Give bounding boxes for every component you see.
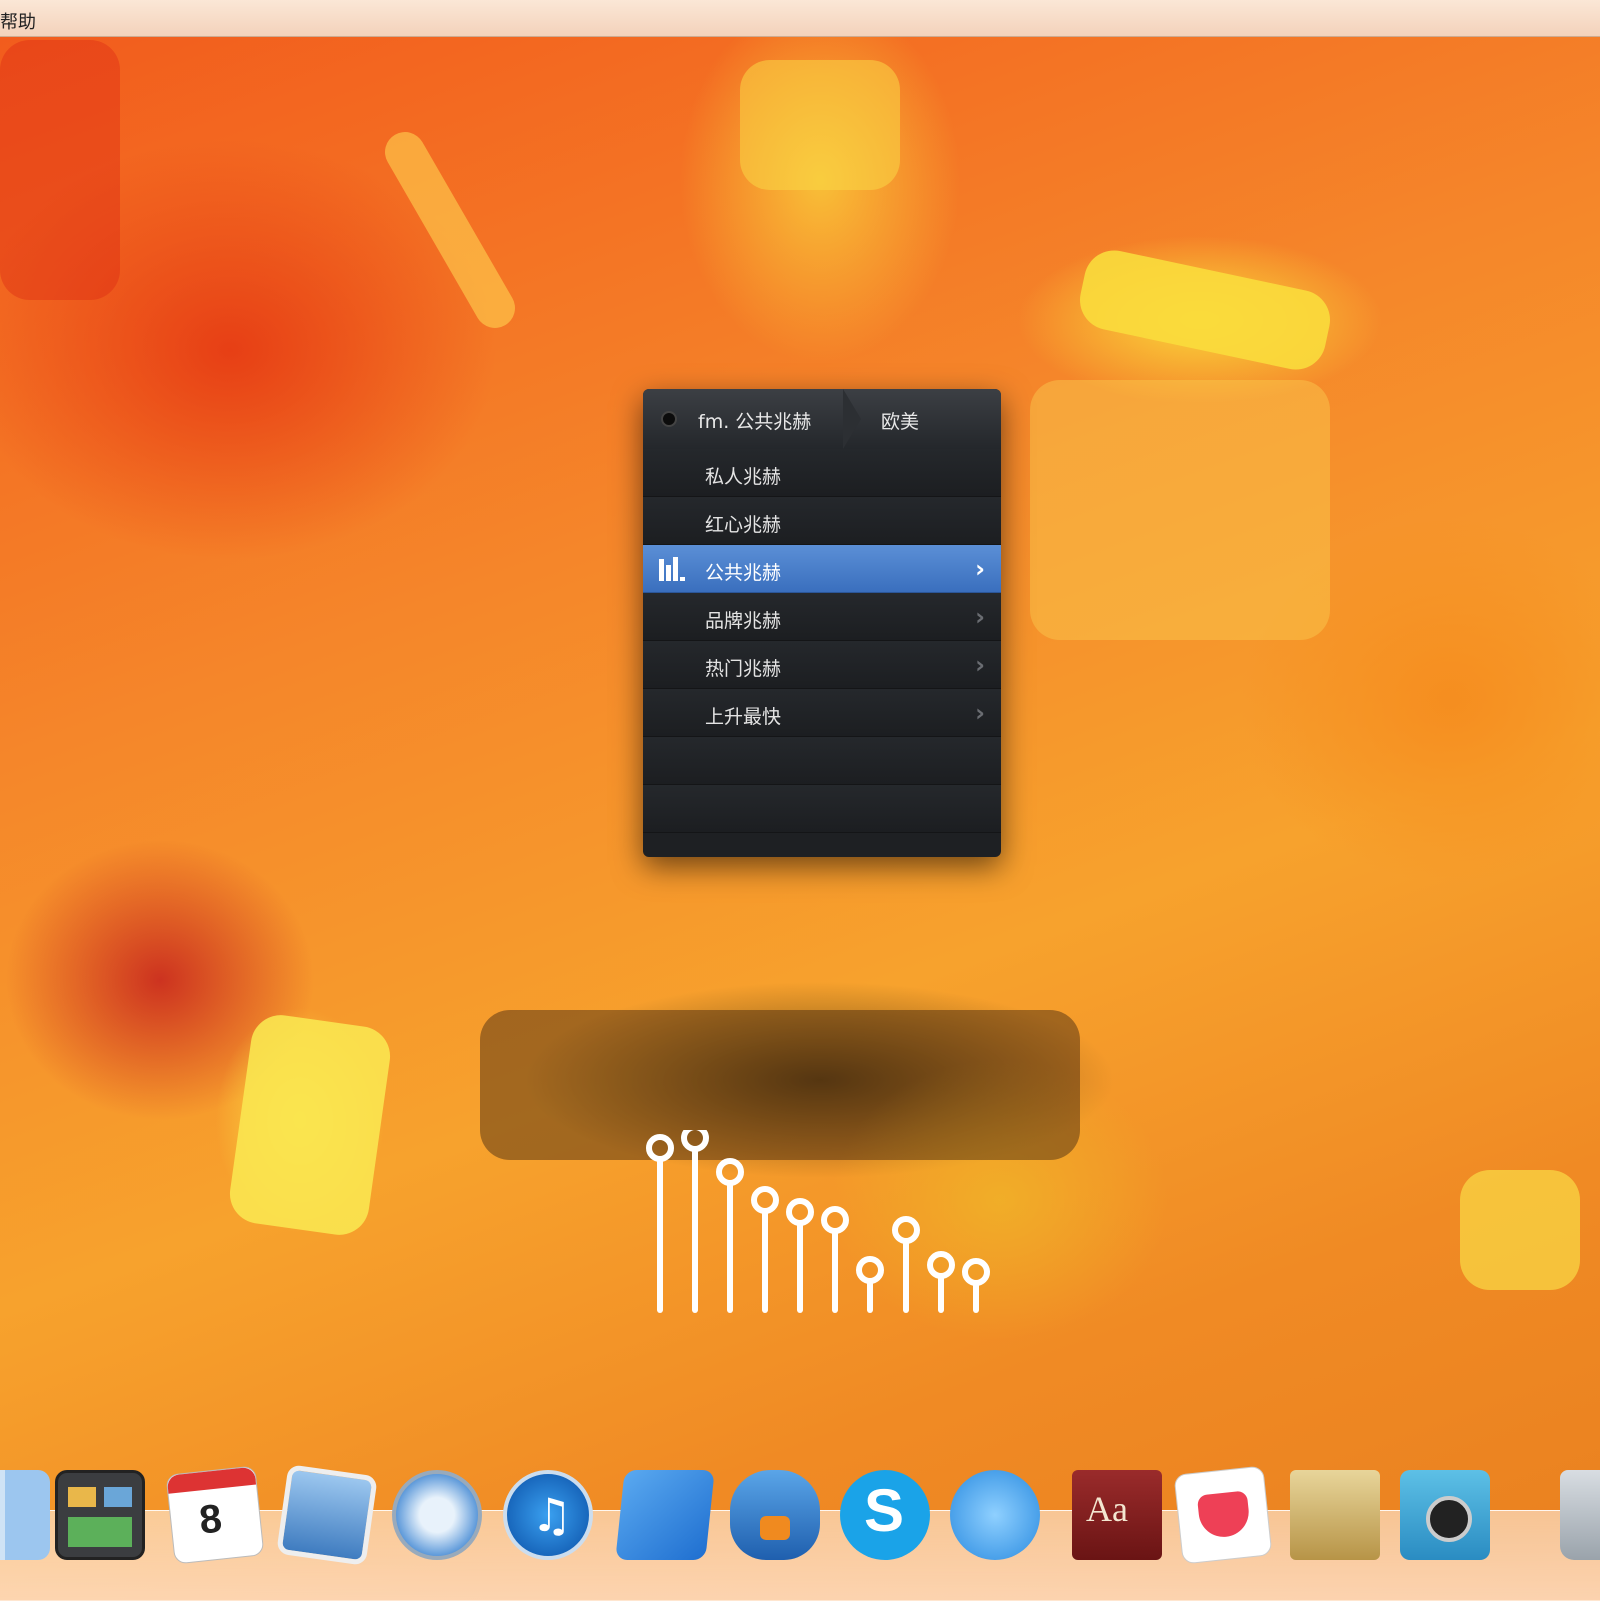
calendar-day: 8	[197, 1496, 224, 1543]
fm-item-public[interactable]: 公共兆赫 ›	[643, 545, 1001, 593]
fm-record-icon[interactable]	[661, 411, 677, 427]
breadcrumb-subcategory[interactable]: 欧美	[881, 407, 919, 434]
fm-item-rising[interactable]: 上升最快 ›	[643, 689, 1001, 737]
messages-icon[interactable]	[950, 1470, 1040, 1560]
breadcrumb-fm[interactable]: fm. 公共兆赫	[698, 407, 811, 434]
dictionary-icon[interactable]: Aa	[1072, 1470, 1162, 1560]
preview-icon[interactable]	[276, 1464, 378, 1566]
safari-icon[interactable]	[392, 1470, 482, 1560]
chevron-right-icon: ›	[975, 603, 985, 631]
xcode-icon[interactable]	[615, 1470, 715, 1560]
trash-icon[interactable]	[1560, 1470, 1600, 1560]
dock: 8 ♫ S Aa	[0, 1440, 1600, 1601]
menu-bar: 帮助	[0, 0, 1600, 37]
calendar-icon[interactable]: 8	[165, 1465, 265, 1565]
fm-header: fm. 公共兆赫 欧美	[643, 389, 1001, 450]
skype-icon[interactable]: S	[840, 1470, 930, 1560]
pins-logo-graphic	[646, 1130, 990, 1313]
fm-item-brand[interactable]: 品牌兆赫 ›	[643, 593, 1001, 641]
tweetbot-icon[interactable]	[730, 1470, 820, 1560]
photo-booth-icon[interactable]	[1400, 1470, 1490, 1560]
fm-item-label: 品牌兆赫	[705, 610, 782, 632]
fm-item-private[interactable]: 私人兆赫	[643, 449, 1001, 497]
breadcrumb-separator-icon	[841, 389, 861, 450]
fm-item-label: 私人兆赫	[705, 466, 782, 488]
itunes-icon[interactable]: ♫	[503, 1470, 593, 1560]
fm-item-label: 红心兆赫	[705, 514, 782, 536]
menu-help[interactable]: 帮助	[0, 8, 36, 34]
dictionary-label: Aa	[1086, 1489, 1128, 1529]
mission-control-icon[interactable]	[55, 1470, 145, 1560]
fm-item-label: 上升最快	[705, 706, 782, 728]
chevron-right-icon: ›	[975, 651, 985, 679]
fm-empty-row	[643, 737, 1001, 785]
chevron-right-icon: ›	[975, 555, 985, 583]
fm-item-label: 公共兆赫	[705, 562, 782, 584]
fm-item-hot[interactable]: 热门兆赫 ›	[643, 641, 1001, 689]
archive-icon[interactable]	[1290, 1470, 1380, 1560]
fm-item-favorites[interactable]: 红心兆赫	[643, 497, 1001, 545]
finder-icon[interactable]	[0, 1470, 50, 1560]
equalizer-icon	[659, 557, 685, 581]
douban-fm-panel: fm. 公共兆赫 欧美 私人兆赫 红心兆赫 公共兆赫 › 品牌兆赫 › 热门兆赫…	[643, 389, 1001, 857]
pocket-icon[interactable]	[1173, 1465, 1273, 1565]
fm-item-label: 热门兆赫	[705, 658, 782, 680]
chevron-right-icon: ›	[975, 699, 985, 727]
fm-empty-row	[643, 785, 1001, 833]
